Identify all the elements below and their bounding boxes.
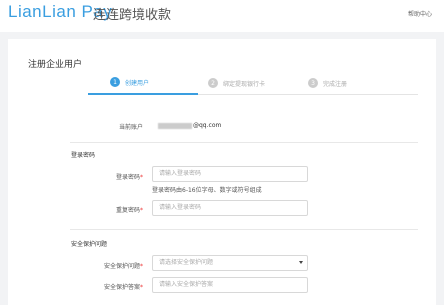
page-title: 注册企业用户 — [28, 60, 83, 70]
divider — [70, 142, 418, 143]
account-email-suffix: @qq.com — [193, 122, 222, 129]
brand-subtitle: 连连跨境收款 — [93, 8, 172, 23]
security-question-select[interactable]: 请选择安全保护问题 — [152, 255, 308, 271]
step-bind-card: 2 绑定提现银行卡 — [198, 71, 308, 95]
top-bar: LianLian Pay 连连跨境收款 帮助中心 — [0, 0, 444, 32]
section-security: 安全保护问题 — [71, 241, 108, 248]
password-label: 登录密码* — [115, 174, 143, 181]
divider — [70, 229, 418, 230]
step-complete: 3 完成注册 — [308, 71, 418, 95]
security-answer-input[interactable]: 请输入安全保护答案 — [152, 277, 308, 293]
step-number: 2 — [208, 78, 218, 88]
masked-account — [158, 122, 192, 129]
repeat-password-label: 重复密码* — [115, 207, 143, 214]
step-progress: 1 创建用户 2 绑定提现银行卡 3 完成注册 — [88, 71, 418, 95]
account-label: 当前账户 — [118, 124, 143, 131]
repeat-password-input[interactable]: 请输入登录密码 — [152, 200, 308, 216]
password-input[interactable]: 请输入登录密码 — [152, 166, 308, 182]
section-login-password: 登录密码 — [71, 152, 96, 159]
step-number: 1 — [110, 77, 120, 87]
chevron-down-icon — [299, 261, 303, 264]
step-create-user: 1 创建用户 — [88, 71, 198, 95]
help-center-link[interactable]: 帮助中心 — [408, 9, 432, 18]
step-label: 绑定提现银行卡 — [223, 80, 266, 88]
account-value: @qq.com — [158, 122, 221, 129]
step-label: 创建用户 — [125, 79, 150, 87]
registration-card: 注册企业用户 1 创建用户 2 绑定提现银行卡 3 完成注册 当前账户 @qq.… — [8, 39, 436, 305]
step-number: 3 — [308, 78, 318, 88]
security-question-label: 安全保护问题* — [103, 263, 143, 270]
step-label: 完成注册 — [323, 80, 348, 88]
security-answer-label: 安全保护答案* — [103, 284, 143, 291]
password-hint: 登录密码由6-16位字母、数字或符号组成 — [152, 187, 262, 194]
